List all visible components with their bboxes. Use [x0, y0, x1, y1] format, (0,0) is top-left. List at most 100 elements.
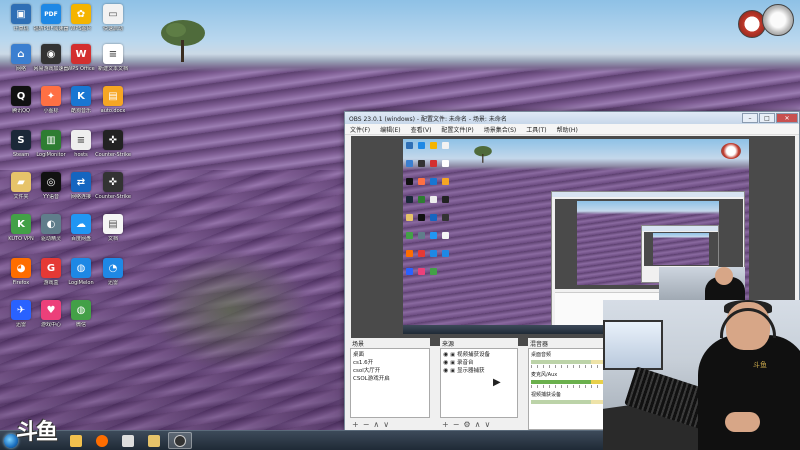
remove-source-button[interactable]: −	[453, 420, 460, 429]
add-source-button[interactable]: +	[442, 420, 449, 429]
app-icon: ▤	[103, 86, 123, 106]
desktop-icon[interactable]: ⇄ 网络连接	[64, 172, 98, 212]
app-icon: K	[11, 214, 31, 234]
desktop-icon[interactable]: ✜ Counter-Strike	[95, 172, 131, 212]
desktop-icon[interactable]: ⌂ 网络	[4, 44, 38, 84]
menu-profile[interactable]: 配置文件(P)	[441, 125, 473, 134]
move-source-up-button[interactable]: ∧	[475, 420, 481, 429]
gadget-widget[interactable]	[762, 4, 794, 36]
desktop-icon[interactable]: ▤ 文档	[96, 214, 130, 254]
scene-item-desktop[interactable]: 桌面	[353, 351, 427, 359]
eye-icon[interactable]: ◉	[443, 359, 448, 367]
preview-gadget-icon	[721, 143, 741, 159]
app-icon: ▤	[103, 214, 123, 234]
desktop-icon[interactable]: ✦ 小图标	[34, 86, 68, 126]
move-scene-up-button[interactable]: ∧	[373, 420, 379, 429]
lock-icon[interactable]: ▣	[450, 351, 455, 359]
desktop-icon[interactable]: W WPS Office	[64, 44, 98, 84]
desktop-icon[interactable]: S Steam	[4, 130, 38, 170]
app-icon: ✿	[71, 4, 91, 24]
scene-item-csol-game[interactable]: CSOL游戏开启	[353, 375, 427, 383]
move-scene-down-button[interactable]: ∨	[383, 420, 389, 429]
desktop-icon[interactable]: PDF 福昕PDF阅读器	[34, 4, 68, 44]
preview-desktop-icon	[430, 142, 437, 149]
desktop-icon[interactable]: ✈ 迅雷	[4, 300, 38, 340]
desktop-icon[interactable]: ≡ 新建文本文档	[96, 44, 130, 84]
app-icon: ◔	[103, 258, 123, 278]
scene-item-cs16[interactable]: cs1.6开	[353, 359, 427, 367]
close-button[interactable]: ✕	[776, 113, 798, 123]
menu-scene-collection[interactable]: 场景集合(S)	[484, 125, 517, 134]
desktop-icon[interactable]: ▤ auto.docx	[96, 86, 130, 126]
desktop-icon-label: Counter-Strike	[95, 194, 131, 200]
desktop-icon[interactable]: ◍ LogiMelon	[64, 258, 98, 298]
desktop-icon[interactable]: ▣ 计算机	[4, 4, 38, 44]
desktop-icon[interactable]: ◍ 微信	[64, 300, 98, 340]
app-icon: ⇄	[71, 172, 91, 192]
app-icon: ▭	[103, 4, 123, 24]
menu-file[interactable]: 文件(F)	[350, 125, 370, 134]
source-settings-icon[interactable]: ⚙	[463, 420, 470, 429]
app-icon: ♥	[41, 300, 61, 320]
desktop-icon[interactable]: ▰ 文件夹	[4, 172, 38, 212]
add-scene-button[interactable]: +	[352, 420, 359, 429]
streamer-body	[698, 335, 800, 450]
scenes-footer: + − ∧ ∨	[350, 418, 430, 430]
taskbar-app-folder[interactable]	[142, 432, 166, 449]
app-icon: PDF	[41, 4, 61, 24]
menu-help[interactable]: 帮助(H)	[557, 125, 578, 134]
eye-icon[interactable]: ◉	[443, 351, 448, 359]
app-icon: ◎	[41, 172, 61, 192]
minimize-button[interactable]: –	[742, 113, 758, 123]
eye-icon[interactable]: ◉	[443, 367, 448, 375]
scene-item-csol-lobby[interactable]: csol大厅开	[353, 367, 427, 375]
maximize-button[interactable]: □	[759, 113, 775, 123]
app-icon: ✜	[103, 172, 123, 192]
desktop-icon[interactable]: K KUTO VPN	[4, 214, 38, 254]
taskbar-app-firefox[interactable]	[90, 432, 114, 449]
shirt-logo: 斗鱼	[753, 361, 767, 369]
app-icon: ▣	[11, 4, 31, 24]
app-icon: ☁	[71, 214, 91, 234]
desktop-icon[interactable]: G 游戏盒	[34, 258, 68, 298]
webcam-overlay: 斗鱼	[603, 300, 800, 450]
menu-edit[interactable]: 编辑(E)	[380, 125, 400, 134]
desktop-icon[interactable]: ≡ hosts	[64, 130, 98, 170]
preview-desktop-icon	[406, 214, 413, 221]
obs-titlebar[interactable]: OBS 23.0.1 (windows) - 配置文件: 未命名 - 场景: 未…	[345, 112, 799, 124]
source-item-video-capture[interactable]: ◉ ▣ 视频捕获设备	[443, 351, 515, 359]
desktop-icon[interactable]: ✜ Counter-Strike	[95, 130, 131, 170]
desktop-icon-label: auto.docx	[100, 108, 126, 114]
preview-desktop-icon	[442, 178, 449, 185]
desktop-icon[interactable]: ✿ WPS图片	[64, 4, 98, 44]
desktop-icon[interactable]: ▭ 快速启动	[96, 4, 130, 44]
desktop-icon[interactable]: ♥ 游戏中心	[34, 300, 68, 340]
taskbar-app-obs[interactable]	[168, 432, 192, 449]
desktop-icon[interactable]: ◕ Firefox	[4, 258, 38, 298]
desktop-icon[interactable]: K 酷狗音乐	[64, 86, 98, 126]
remove-scene-button[interactable]: −	[363, 420, 370, 429]
preview-desktop-icon	[430, 178, 437, 185]
lock-icon[interactable]: ▣	[450, 359, 455, 367]
source-item-display-capture[interactable]: ◉ ▣ 显示器捕获	[443, 367, 515, 375]
desktop-icon[interactable]: Q 腾讯QQ	[4, 86, 38, 126]
menu-tools[interactable]: 工具(T)	[526, 125, 546, 134]
folder-icon	[148, 434, 160, 447]
desktop-icon[interactable]: ◔ 迅雷	[96, 258, 130, 298]
desktop-icon[interactable]: ◉ 网易游戏加速器	[33, 44, 69, 84]
lock-icon[interactable]: ▣	[450, 367, 455, 375]
desktop-icon[interactable]: ▥ LogiMonitor	[34, 130, 68, 170]
desktop-icon-label: 文档	[107, 236, 118, 242]
app-icon: ✦	[41, 86, 61, 106]
menu-view[interactable]: 查看(V)	[411, 125, 432, 134]
desktop-icon[interactable]: ◐ 驱动精灵	[34, 214, 68, 254]
taskbar-app-counter-strike[interactable]	[116, 432, 140, 449]
move-source-down-button[interactable]: ∨	[484, 420, 490, 429]
source-item-audio[interactable]: ◉ ▣ 录音台	[443, 359, 515, 367]
preview-desktop-icon	[418, 142, 425, 149]
desktop-icon[interactable]: ☁ 百度网盘	[64, 214, 98, 254]
desktop-icon[interactable]: ◎ YY语音	[34, 172, 68, 212]
taskbar-app-explorer[interactable]	[64, 432, 88, 449]
app-icon: ✜	[103, 130, 123, 150]
streamer-hand	[725, 412, 760, 432]
